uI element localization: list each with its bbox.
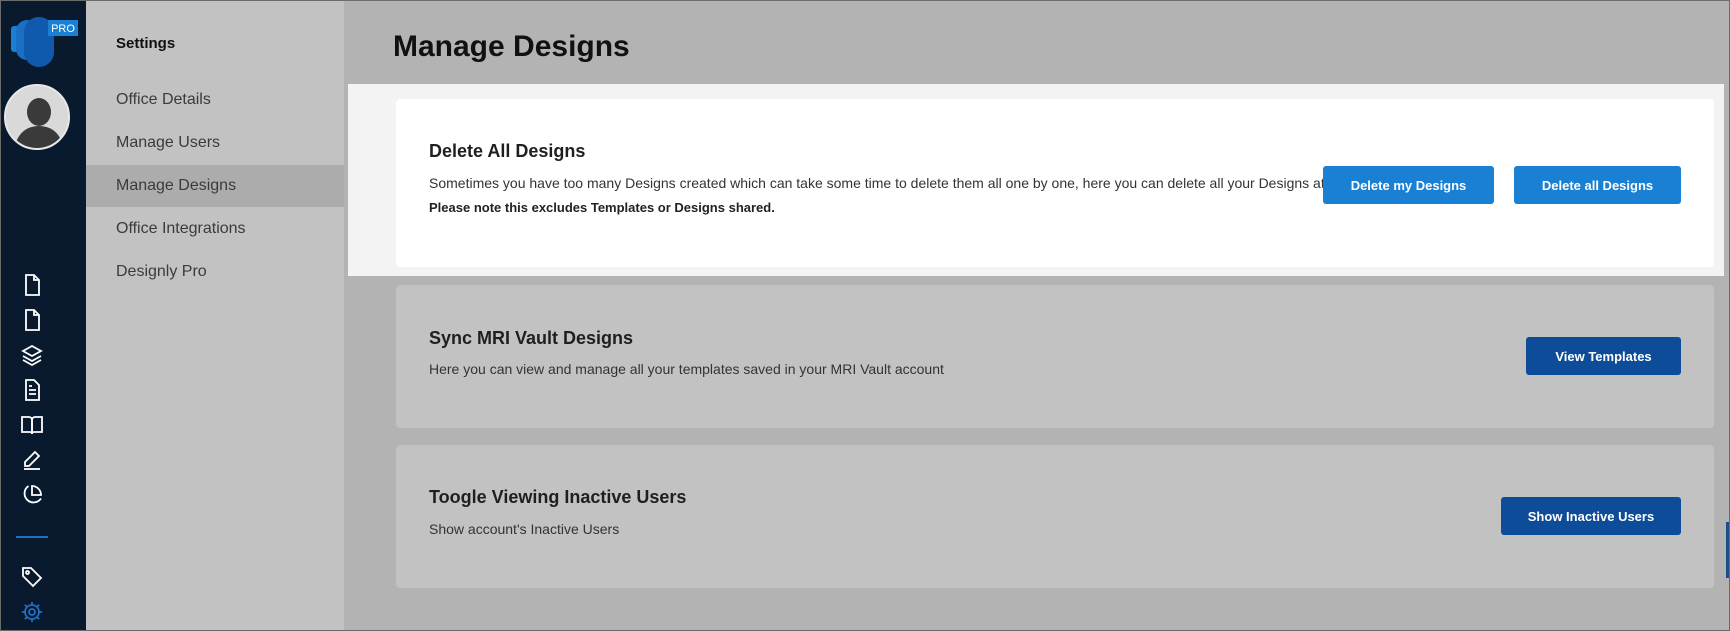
sidebar-title: Settings xyxy=(116,35,176,52)
file-icon[interactable] xyxy=(19,307,45,333)
card-note: Please note this excludes Templates or D… xyxy=(429,200,775,215)
sidebar-item-office-details[interactable]: Office Details xyxy=(86,79,344,121)
card-title: Sync MRI Vault Designs xyxy=(429,328,634,348)
sidebar-item-manage-users[interactable]: Manage Users xyxy=(86,122,344,164)
card-description: Show account's Inactive Users xyxy=(429,521,620,537)
user-avatar[interactable] xyxy=(4,84,70,150)
document-icon[interactable] xyxy=(19,377,45,403)
file-icon[interactable] xyxy=(19,272,45,298)
pie-chart-icon[interactable] xyxy=(19,482,45,508)
sidebar-item-label: Office Integrations xyxy=(116,220,246,237)
delete-all-designs-card: Delete All Designs Sometimes you have to… xyxy=(396,99,1714,267)
sync-mri-vault-card: Sync MRI Vault Designs Here you can view… xyxy=(396,285,1714,428)
gear-icon[interactable] xyxy=(19,599,45,625)
card-description: Sometimes you have too many Designs crea… xyxy=(429,175,1363,191)
view-templates-button[interactable]: View Templates xyxy=(1526,337,1681,375)
card-title: Toogle Viewing Inactive Users xyxy=(429,487,687,507)
inactive-users-card: Toogle Viewing Inactive Users Show accou… xyxy=(396,445,1714,588)
sidebar-item-office-integrations[interactable]: Office Integrations xyxy=(86,208,344,250)
sidebar-item-label: Manage Designs xyxy=(116,177,237,194)
designly-pro-logo[interactable]: PRO xyxy=(8,14,80,70)
card-description: Here you can view and manage all your te… xyxy=(429,361,944,377)
sidebar-item-label: Manage Users xyxy=(116,134,221,151)
settings-sidebar: Settings Office Details Manage Users Man… xyxy=(86,0,344,631)
pro-badge: PRO xyxy=(51,23,75,35)
layers-icon[interactable] xyxy=(19,342,45,368)
card-title: Delete All Designs xyxy=(429,141,586,161)
delete-my-designs-button[interactable]: Delete my Designs xyxy=(1323,166,1494,204)
sidebar-item-label: Designly Pro xyxy=(116,263,207,280)
show-inactive-users-button[interactable]: Show Inactive Users xyxy=(1501,497,1681,535)
sidebar-item-designly-pro[interactable]: Designly Pro xyxy=(86,251,344,293)
book-icon[interactable] xyxy=(19,412,45,438)
scrollbar-handle[interactable] xyxy=(1726,522,1730,578)
delete-all-designs-button[interactable]: Delete all Designs xyxy=(1514,166,1681,204)
rail-divider xyxy=(16,536,48,538)
sidebar-item-manage-designs[interactable]: Manage Designs xyxy=(86,165,344,207)
edit-icon[interactable] xyxy=(19,447,45,473)
sidebar-item-label: Office Details xyxy=(116,91,211,108)
app-rail: PRO xyxy=(0,0,86,631)
tag-icon[interactable] xyxy=(19,564,45,590)
page-title: Manage Designs xyxy=(393,30,630,63)
